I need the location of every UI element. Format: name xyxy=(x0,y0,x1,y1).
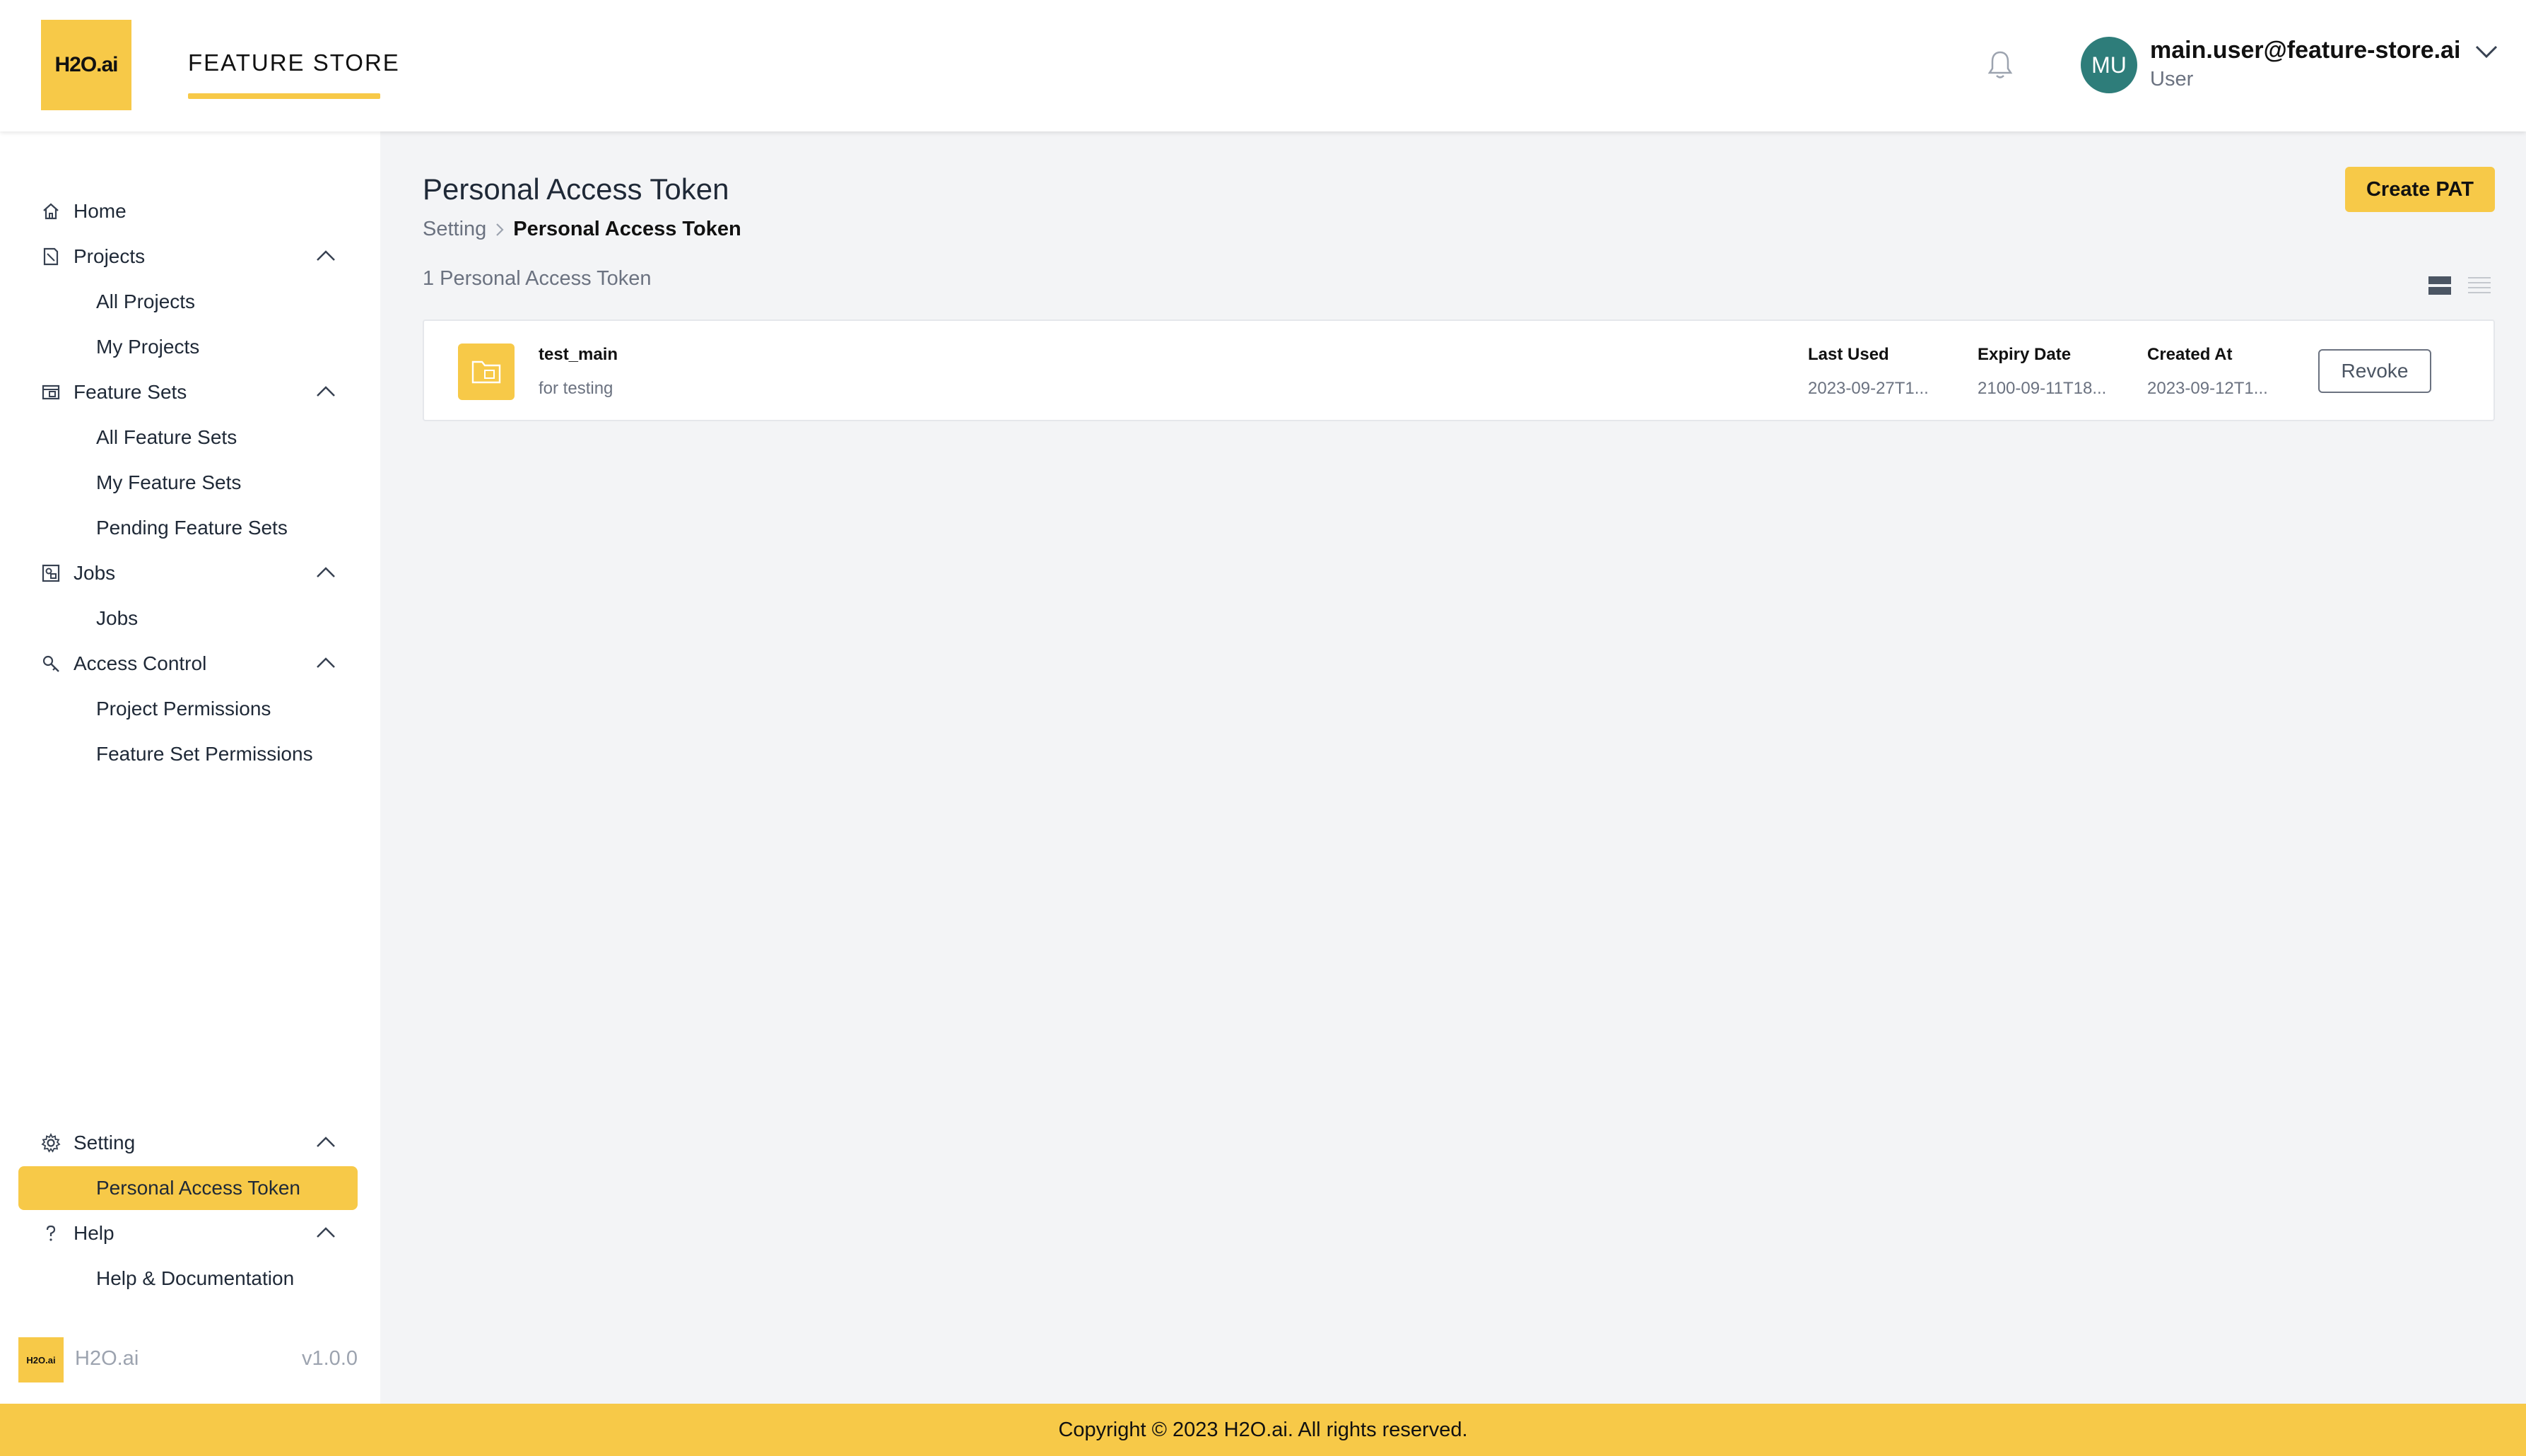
user-role: User xyxy=(2150,68,2194,90)
page-title: Personal Access Token xyxy=(423,172,729,206)
sidebar-item-setting[interactable]: Setting xyxy=(18,1121,358,1165)
sidebar-item-label: Access Control xyxy=(74,652,207,674)
chevron-up-icon[interactable] xyxy=(315,383,336,400)
sidebar-item-label: Feature Set Permissions xyxy=(96,743,313,765)
chevron-right-icon xyxy=(496,223,504,236)
app-title[interactable]: FEATURE STORE xyxy=(188,49,400,76)
card-view-icon[interactable] xyxy=(2427,273,2452,298)
expiry-date-label: Expiry Date xyxy=(1978,345,2072,364)
breadcrumb: Setting Personal Access Token xyxy=(423,218,741,241)
sidebar-item-access-control[interactable]: Access Control xyxy=(18,642,358,686)
chevron-up-icon[interactable] xyxy=(315,564,336,581)
h2o-logo[interactable]: H2O.ai xyxy=(41,20,131,110)
sidebar-item-label: Pending Feature Sets xyxy=(96,517,288,539)
sidebar-item-label: Jobs xyxy=(96,607,139,629)
sidebar-item-jobs[interactable]: Jobs xyxy=(18,551,358,595)
projects-icon xyxy=(40,245,62,268)
revoke-button[interactable]: Revoke xyxy=(2318,349,2431,393)
sidebar-item-home[interactable]: Home xyxy=(18,189,358,233)
jobs-icon xyxy=(40,562,62,585)
sidebar-item-label: Help xyxy=(74,1222,114,1244)
sidebar-item-label: My Projects xyxy=(96,336,200,358)
sidebar-item-my-feature-sets[interactable]: My Feature Sets xyxy=(18,461,358,505)
sidebar-item-label: Home xyxy=(74,200,127,222)
token-name: test_main xyxy=(539,345,618,364)
sidebar-item-jobs-list[interactable]: Jobs xyxy=(18,597,358,640)
chevron-up-icon[interactable] xyxy=(315,654,336,671)
sidebar-item-feature-set-permissions[interactable]: Feature Set Permissions xyxy=(18,732,358,776)
sidebar-item-project-permissions[interactable]: Project Permissions xyxy=(18,687,358,731)
sidebar-item-projects[interactable]: Projects xyxy=(18,235,358,278)
copyright-footer: Copyright © 2023 H2O.ai. All rights rese… xyxy=(0,1404,2526,1456)
avatar[interactable]: MU xyxy=(2081,37,2137,93)
sidebar-item-label: Projects xyxy=(74,245,146,267)
sidebar-item-label: My Feature Sets xyxy=(96,471,242,493)
sidebar: Home Projects All Projects My Projects F… xyxy=(0,131,380,1404)
sidebar-footer-name: H2O.ai xyxy=(75,1347,139,1370)
sidebar-item-label: All Projects xyxy=(96,290,196,312)
expiry-date-value: 2100-09-11T18... xyxy=(1978,379,2107,398)
created-at-value: 2023-09-12T1... xyxy=(2147,379,2268,398)
sidebar-item-help-documentation[interactable]: Help & Documentation xyxy=(18,1257,358,1301)
chevron-down-icon[interactable] xyxy=(2474,41,2499,61)
sidebar-item-help[interactable]: Help xyxy=(18,1211,358,1255)
chevron-up-icon[interactable] xyxy=(315,247,336,264)
access-control-icon xyxy=(40,652,62,675)
token-card[interactable]: test_main for testing Last Used 2023-09-… xyxy=(423,319,2495,421)
help-icon xyxy=(40,1222,62,1245)
feature-sets-icon xyxy=(40,381,62,404)
bell-icon[interactable] xyxy=(1986,49,2014,81)
breadcrumb-current: Personal Access Token xyxy=(513,218,741,240)
sidebar-item-pending-feature-sets[interactable]: Pending Feature Sets xyxy=(18,506,358,550)
chevron-up-icon[interactable] xyxy=(315,1224,336,1241)
token-count-label: 1 Personal Access Token xyxy=(423,267,652,290)
sidebar-item-label: All Feature Sets xyxy=(96,426,237,448)
sidebar-item-my-projects[interactable]: My Projects xyxy=(18,325,358,369)
sidebar-item-label: Feature Sets xyxy=(74,381,187,403)
sidebar-item-personal-access-token[interactable]: Personal Access Token xyxy=(18,1166,358,1210)
token-description: for testing xyxy=(539,379,613,398)
sidebar-footer-logo: H2O.ai xyxy=(18,1337,64,1382)
sidebar-item-label: Project Permissions xyxy=(96,698,271,720)
gear-icon xyxy=(40,1132,62,1154)
sidebar-item-label: Help & Documentation xyxy=(96,1267,295,1289)
top-header: H2O.ai FEATURE STORE MU main.user@featur… xyxy=(0,0,2526,131)
folder-icon xyxy=(458,344,515,400)
created-at-label: Created At xyxy=(2147,345,2233,364)
sidebar-item-label: Jobs xyxy=(74,562,116,584)
sidebar-item-label: Setting xyxy=(74,1132,136,1153)
chevron-up-icon[interactable] xyxy=(315,1134,336,1151)
app-title-underline xyxy=(188,93,380,99)
sidebar-item-feature-sets[interactable]: Feature Sets xyxy=(18,370,358,414)
last-used-label: Last Used xyxy=(1808,345,1889,364)
list-view-icon[interactable] xyxy=(2467,273,2492,298)
user-email: main.user@feature-store.ai xyxy=(2150,37,2461,64)
create-pat-button[interactable]: Create PAT xyxy=(2345,167,2495,212)
home-icon xyxy=(40,200,62,223)
last-used-value: 2023-09-27T1... xyxy=(1808,379,1929,398)
sidebar-item-all-projects[interactable]: All Projects xyxy=(18,280,358,324)
app-version: v1.0.0 xyxy=(302,1347,358,1370)
sidebar-item-label: Personal Access Token xyxy=(96,1177,300,1199)
breadcrumb-setting-link[interactable]: Setting xyxy=(423,218,486,241)
sidebar-item-all-feature-sets[interactable]: All Feature Sets xyxy=(18,416,358,459)
